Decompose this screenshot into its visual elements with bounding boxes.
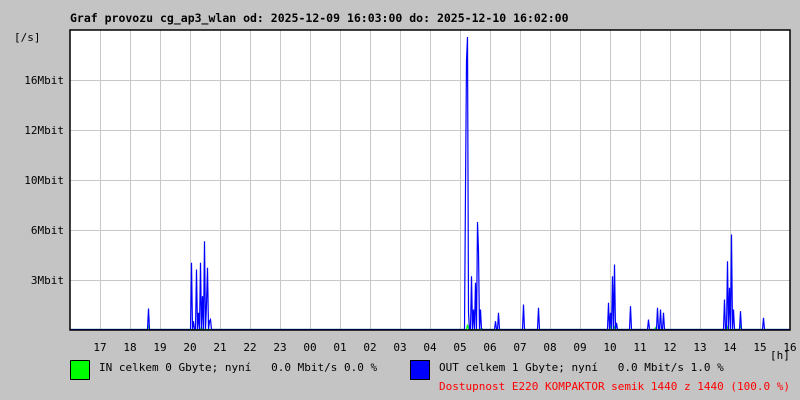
x-tick-label: 02 [363,341,376,354]
x-tick-label: 00 [303,341,316,354]
traffic-chart: 17 18 19 20 21 22 23 00 01 02 03 04 05 06 07 08 09 10 11 12… [24,29,797,354]
x-tick-label: 03 [393,341,406,354]
y-tick-label: 6Mbit [31,224,64,237]
x-tick-label: 08 [543,341,556,354]
out-legend-swatch [410,360,430,380]
x-tick-label: 20 [183,341,196,354]
x-tick-label: 05 [453,341,466,354]
x-tick-label: 06 [483,341,496,354]
x-tick-label: 19 [153,341,166,354]
x-tick-label: 10 [603,341,616,354]
x-tick-label: 14 [723,341,737,354]
availability-text: Dostupnost E220 KOMPAKTOR semik 1440 z 1… [439,380,790,393]
out-legend-text: OUT celkem 1 Gbyte; nyní 0.0 Mbit/s 1.0 … [439,361,724,374]
x-tick-label: 17 [93,341,106,354]
x-tick-label: 22 [243,341,256,354]
x-tick-label: 13 [693,341,706,354]
x-tick-label: 04 [423,341,437,354]
x-tick-label: 23 [273,341,286,354]
x-tick-label: 15 [753,341,766,354]
x-tick-label: 07 [513,341,526,354]
x-tick-label: 09 [573,341,586,354]
x-tick-label: 11 [633,341,646,354]
y-tick-label: 16Mbit [24,74,64,87]
in-legend-text: IN celkem 0 Gbyte; nyní 0.0 Mbit/s 0.0 % [99,361,378,374]
x-tick-label: 12 [663,341,676,354]
x-tick-label: 18 [123,341,136,354]
in-legend-swatch [70,360,90,380]
x-tick-label: 21 [213,341,226,354]
y-tick-label: 3Mbit [31,274,64,287]
x-tick-label: 01 [333,341,346,354]
x-tick-label: 16 [783,341,796,354]
y-tick-label: 10Mbit [24,174,64,187]
y-tick-label: 12Mbit [24,124,64,137]
